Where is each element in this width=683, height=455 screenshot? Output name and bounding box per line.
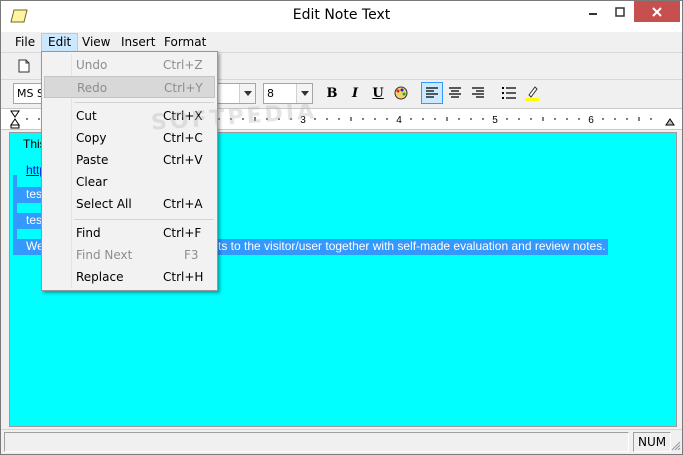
menu-item-label: Cut <box>76 109 97 123</box>
close-button[interactable] <box>634 1 680 22</box>
edit-menu-dropdown: Undo Ctrl+Z Redo Ctrl+Y Cut Ctrl+X Copy … <box>41 51 218 291</box>
ruler-number: 6 <box>588 115 594 126</box>
menu-item-redo[interactable]: Redo Ctrl+Y <box>44 76 215 98</box>
menu-item-find[interactable]: Find Ctrl+F <box>44 222 215 244</box>
menu-item-label: Undo <box>76 58 108 72</box>
resize-grip-icon[interactable] <box>671 441 681 451</box>
menu-item-label: Select All <box>76 197 132 211</box>
menu-item-label: Find Next <box>76 248 133 262</box>
editor-line: tes <box>13 187 42 203</box>
align-left-button[interactable] <box>421 82 443 104</box>
menu-item-label: Find <box>76 226 101 240</box>
ruler-number: 4 <box>396 115 402 126</box>
menu-format[interactable]: Format <box>158 33 212 52</box>
font-size-value: 8 <box>267 87 274 100</box>
status-message-pane <box>4 432 629 452</box>
selection-marker <box>13 227 17 239</box>
menu-item-paste[interactable]: Paste Ctrl+V <box>44 149 215 171</box>
app-window: Edit Note Text File Edit View Insert For… <box>0 0 683 455</box>
bullet-list-icon <box>502 87 516 99</box>
editor-line: ts to the visitor/user together with sel… <box>218 239 608 255</box>
minimize-button[interactable] <box>579 1 606 22</box>
menu-separator <box>74 219 214 220</box>
menu-file[interactable]: File <box>9 33 41 52</box>
menu-edit[interactable]: Edit <box>41 33 79 52</box>
editor-line: tes <box>13 213 42 229</box>
menu-item-shortcut: Ctrl+H <box>163 270 204 284</box>
align-right-icon <box>472 87 484 98</box>
num-lock-indicator: NUM <box>633 432 671 452</box>
bullets-button[interactable] <box>498 82 520 104</box>
selection-marker <box>13 201 17 213</box>
menu-bar: File Edit View Insert Format <box>1 32 682 52</box>
palette-icon <box>394 86 408 100</box>
menu-separator <box>74 102 214 103</box>
menu-item-shortcut: Ctrl+Y <box>164 81 203 95</box>
menu-item-undo[interactable]: Undo Ctrl+Z <box>44 54 215 76</box>
menu-item-replace[interactable]: Replace Ctrl+H <box>44 266 215 288</box>
ruler-number: 5 <box>492 115 498 126</box>
maximize-button[interactable] <box>606 1 633 22</box>
new-document-button[interactable] <box>13 55 35 77</box>
highlight-button[interactable] <box>521 82 543 104</box>
align-right-button[interactable] <box>467 82 489 104</box>
text-color-button[interactable] <box>390 82 412 104</box>
menu-item-label: Paste <box>76 153 109 167</box>
menu-item-clear[interactable]: Clear <box>44 171 215 193</box>
bold-button[interactable]: B <box>321 82 343 104</box>
menu-item-label: Clear <box>76 175 108 189</box>
menu-item-select-all[interactable]: Select All Ctrl+A <box>44 193 215 215</box>
menu-item-shortcut: Ctrl+V <box>163 153 203 167</box>
menu-item-label: Copy <box>76 131 107 145</box>
editor-line: We <box>13 239 44 255</box>
status-bar: NUM <box>1 429 682 454</box>
menu-item-find-next[interactable]: Find Next F3 <box>44 244 215 266</box>
chevron-down-icon[interactable] <box>239 84 255 103</box>
underline-button[interactable]: U <box>367 82 389 104</box>
italic-button[interactable]: I <box>344 82 366 104</box>
menu-item-shortcut: Ctrl+Z <box>163 58 203 72</box>
highlighter-icon <box>525 86 539 101</box>
menu-item-shortcut: Ctrl+A <box>163 197 203 211</box>
title-bar: Edit Note Text <box>1 1 682 32</box>
align-center-icon <box>449 87 461 98</box>
menu-view[interactable]: View <box>76 33 116 52</box>
menu-item-shortcut: F3 <box>184 248 199 262</box>
align-left-icon <box>426 87 438 98</box>
menu-item-label: Redo <box>77 81 108 95</box>
menu-item-label: Replace <box>76 270 124 284</box>
align-center-button[interactable] <box>444 82 466 104</box>
menu-item-shortcut: Ctrl+F <box>163 226 202 240</box>
font-name-value: MS S <box>17 87 44 100</box>
menu-insert[interactable]: Insert <box>115 33 161 52</box>
